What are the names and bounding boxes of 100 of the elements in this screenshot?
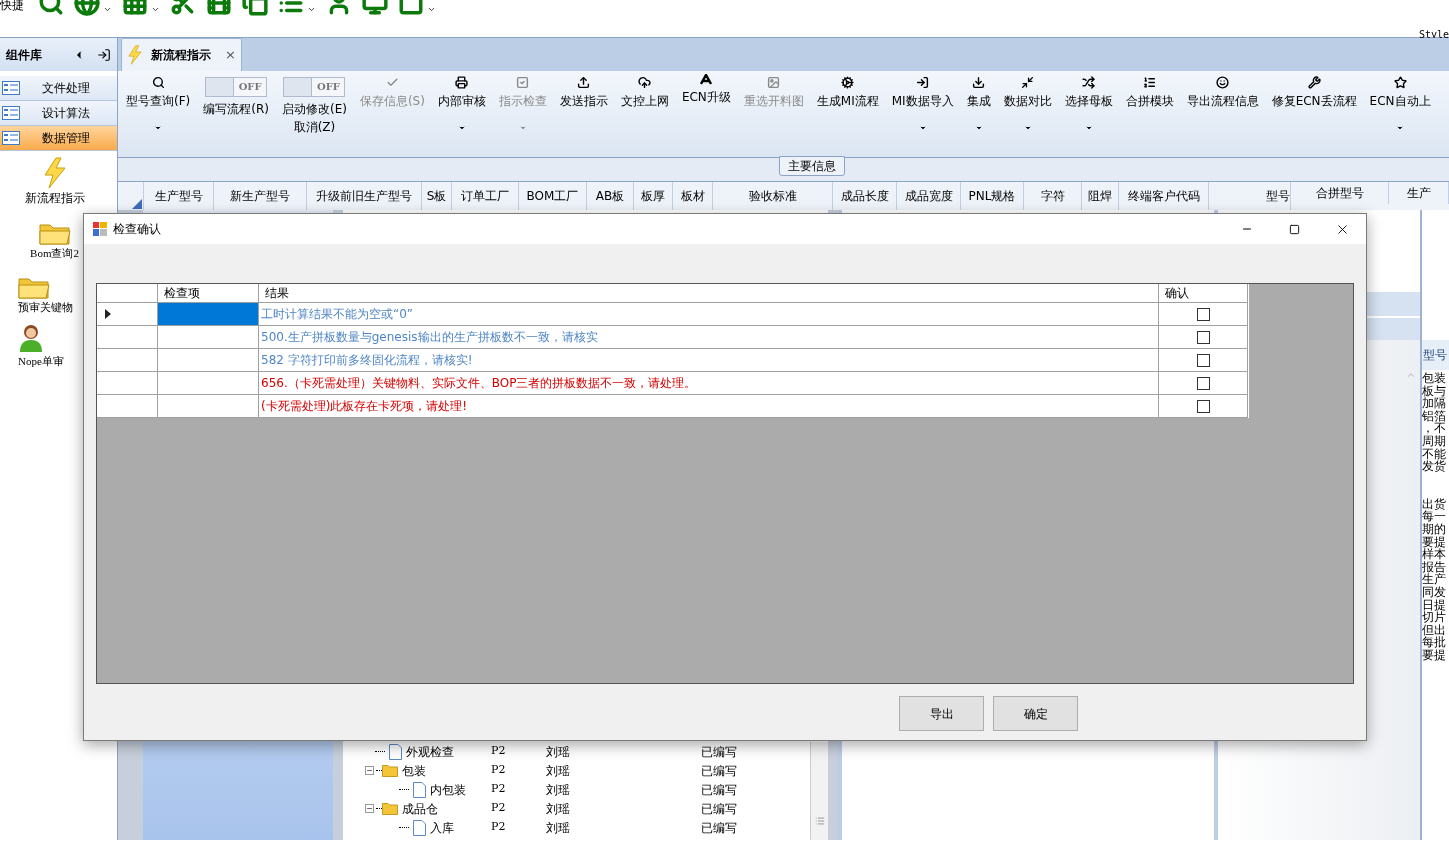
ribbon-button[interactable]: 文控上网 (620, 73, 669, 110)
toolbar-label: 快捷 (0, 0, 24, 14)
caret-icon[interactable] (457, 124, 466, 132)
dialog-button[interactable]: 导出 (899, 696, 984, 731)
scrollbar-grip-icon[interactable] (814, 816, 825, 826)
ribbon-button[interactable]: 修复ECN丢流程 (1271, 73, 1357, 110)
minus-icon (366, 805, 373, 812)
table-cell[interactable] (158, 395, 259, 418)
dialog-button[interactable]: 确定 (993, 696, 1078, 731)
folder-icon (382, 764, 398, 777)
ribbon-button[interactable]: 发送指示 (559, 73, 608, 110)
tree-item[interactable]: 成品仓 (402, 799, 438, 818)
shuffle-icon (1082, 76, 1096, 89)
ribbon-button[interactable]: 型号查询(F) (126, 73, 191, 132)
ribbon-button[interactable]: 数据对比 (1003, 73, 1052, 132)
image-icon (767, 76, 781, 89)
cloud-upload-icon (638, 76, 652, 89)
tab-close-button[interactable]: × (225, 45, 236, 65)
minus-icon (366, 767, 373, 774)
table-cell[interactable] (158, 349, 259, 372)
table-cell-text: 已编写 (700, 800, 737, 818)
cell-text: 报告 (1422, 560, 1447, 574)
document-tab[interactable]: 新流程指示 × (121, 38, 242, 71)
column-header[interactable]: 合拼型号 (1291, 182, 1389, 204)
file-icon (389, 743, 402, 760)
cell-text: 要提 (1422, 535, 1447, 549)
list-icon (1143, 76, 1157, 89)
table-cell[interactable] (158, 372, 259, 395)
caret-icon[interactable] (1084, 124, 1093, 132)
table-cell-text: 已编写 (700, 762, 737, 780)
upload-icon (577, 76, 591, 89)
column-header[interactable]: 生产 (1389, 182, 1449, 204)
checkbox[interactable] (1196, 376, 1210, 390)
table-cell-text: P2 (490, 800, 507, 817)
checkbox[interactable] (1196, 307, 1210, 321)
ribbon-button[interactable]: 内部审核 (437, 73, 486, 132)
tree-connector (399, 789, 409, 790)
toggle-button[interactable]: OFF 启动修改(E) 取消(Z) (281, 73, 347, 136)
tree-item[interactable]: 包装 (402, 761, 426, 780)
checkbox[interactable] (1196, 399, 1210, 413)
cell-text: 同发 (1422, 585, 1447, 599)
maximize-icon[interactable] (1289, 223, 1300, 235)
table-cell-text: 刘瑶 (545, 781, 571, 799)
ribbon-button[interactable]: MI数据导入 (891, 73, 954, 132)
table-cell-text: P2 (490, 762, 507, 779)
cell-text: 切片 (1422, 611, 1447, 624)
caret-icon[interactable] (1023, 124, 1032, 132)
tree-item[interactable]: 内包装 (430, 780, 466, 799)
ribbon-button[interactable]: 集成 (966, 73, 991, 132)
ribbon-button[interactable]: 导出流程信息 (1186, 73, 1259, 110)
table-cell-text: P2 (490, 743, 507, 760)
caret-icon[interactable] (154, 124, 163, 132)
tree-item[interactable]: 入库 (430, 818, 454, 837)
ribbon-button[interactable]: 生成MI流程 (816, 73, 879, 110)
collapse-toggle[interactable] (365, 804, 374, 813)
sidebar-item[interactable]: Nope单审 (18, 352, 64, 369)
cell-text: 发货 (1422, 460, 1447, 473)
file-icon (413, 819, 426, 836)
person-icon (18, 322, 44, 353)
tree-connector (399, 827, 409, 828)
ribbon-button[interactable]: 选择母板 (1064, 73, 1113, 132)
star-icon (1393, 76, 1407, 89)
table-cell-text: 已编写 (700, 781, 737, 799)
cell-text: ，不 (1422, 422, 1447, 435)
ribbon-button[interactable]: ECN升级 (681, 73, 731, 106)
sidebar-title: 组件库 (6, 46, 42, 64)
sidebar-item[interactable]: 预审关键物 (18, 298, 73, 315)
app-icon (93, 222, 107, 236)
cell-text: 样本 (1422, 548, 1447, 561)
tree-connector (376, 770, 382, 771)
smile-icon (1216, 76, 1230, 89)
checkbox[interactable] (1196, 330, 1210, 344)
caret-icon[interactable] (1396, 124, 1405, 132)
checkbox[interactable] (1196, 353, 1210, 367)
file-icon (413, 781, 426, 798)
form-icon (2, 106, 20, 120)
ribbon-button[interactable]: 合拼模块 (1125, 73, 1174, 110)
collapse-toggle[interactable] (365, 766, 374, 775)
search-icon (151, 76, 165, 89)
checkbox-icon (516, 76, 530, 89)
sidebar-category[interactable]: 文件处理 (0, 76, 117, 101)
tree-connector (375, 751, 385, 752)
ribbon-button[interactable]: ECN自动上 (1369, 73, 1431, 132)
caret-icon[interactable] (918, 124, 927, 132)
table-cell-text: 刘瑶 (545, 819, 571, 837)
table-cell-text: P2 (490, 819, 507, 836)
sidebar-category[interactable]: 数据管理 (0, 126, 117, 151)
table-cell[interactable] (158, 326, 259, 349)
cell-text: 板与 (1422, 384, 1447, 398)
caret-icon[interactable] (974, 124, 983, 132)
toggle-button[interactable]: OFF 编写流程(R) (203, 73, 269, 118)
sidebar-category[interactable]: 设计算法 (0, 101, 117, 126)
table-cell[interactable] (158, 303, 259, 326)
sidebar-item[interactable]: Bom查询2 (30, 244, 79, 261)
corner-icon (132, 199, 142, 209)
corner-header[interactable] (97, 284, 158, 303)
cell-text: 加隔 (1422, 397, 1447, 410)
sidebar-item[interactable]: 新流程指示 (24, 189, 85, 207)
table-cell: (卡死需处理)此板存在卡死项，请处理! (259, 395, 1159, 418)
tree-item[interactable]: 外观检查 (406, 742, 454, 761)
